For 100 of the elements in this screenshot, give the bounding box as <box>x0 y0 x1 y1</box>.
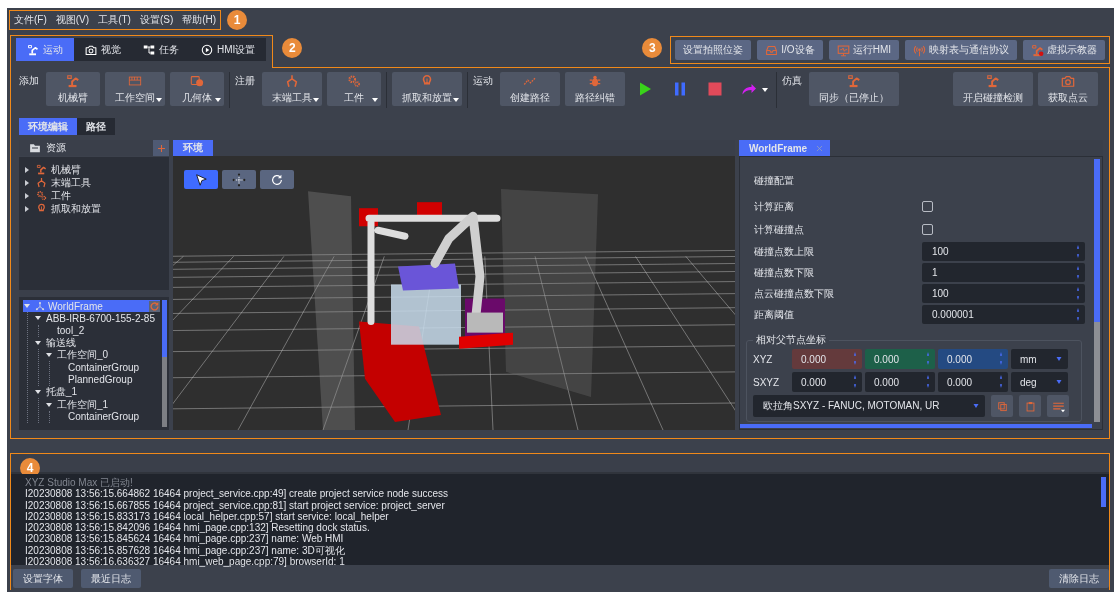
gears-icon <box>347 73 361 88</box>
menu-item[interactable]: 帮助(H) <box>182 12 217 27</box>
tree-item[interactable]: ContainerGroup <box>56 410 160 423</box>
spin-arrows-icon <box>1075 307 1081 322</box>
number-field[interactable]: 100 <box>922 242 1085 261</box>
tree-item[interactable]: PlannedGroup <box>56 373 160 387</box>
field-label: 碰撞点数上限 <box>754 244 815 259</box>
copy-icon <box>996 400 1008 412</box>
log-button[interactable]: 最近日志 <box>81 569 141 588</box>
unit-dropdown[interactable]: mm <box>1011 349 1068 369</box>
number-field[interactable]: 0.000 <box>792 372 862 392</box>
tab[interactable]: 环境编辑 <box>19 118 77 135</box>
number-field[interactable]: 0.000 <box>938 372 1008 392</box>
robot-arm-icon <box>66 73 80 88</box>
tree-item[interactable]: 末端工具 <box>23 176 165 189</box>
tree-item[interactable]: 机械臂 <box>23 163 165 176</box>
number-field[interactable]: 1 <box>922 263 1085 282</box>
number-field[interactable]: 100 <box>922 284 1085 303</box>
tab[interactable]: 任务 <box>132 38 190 61</box>
caret-icon <box>1055 355 1063 363</box>
tool-button[interactable]: 创建路径 <box>500 72 560 106</box>
spin-arrows-icon <box>925 351 931 366</box>
checkbox[interactable] <box>922 201 933 212</box>
tool-button[interactable]: 工件 <box>327 72 381 106</box>
expander-icon[interactable] <box>25 205 29 212</box>
number-field[interactable]: 0.000001 <box>922 305 1085 324</box>
tool-button[interactable]: 开启碰撞检测 <box>953 72 1033 106</box>
scrollbar[interactable] <box>740 424 1092 428</box>
expander-icon[interactable] <box>46 353 52 358</box>
scrollbar[interactable] <box>162 300 167 427</box>
tray-icon <box>765 43 779 57</box>
menu-item[interactable]: 设置(S) <box>139 12 174 27</box>
scrollbar[interactable] <box>1101 477 1106 507</box>
tree-item[interactable]: 工作空间_1 <box>45 398 160 411</box>
tool-button[interactable]: 抓取和放置 <box>392 72 462 106</box>
robot-arm-icon <box>986 73 1000 88</box>
scrollbar[interactable] <box>1094 159 1100 422</box>
tree-item[interactable]: ContainerGroup <box>56 361 160 374</box>
field-label: 点云碰撞点数下限 <box>754 286 835 301</box>
unit-dropdown[interactable]: deg <box>1011 372 1068 392</box>
tab[interactable]: HMI设置 <box>190 38 267 61</box>
field-label: 碰撞点数下限 <box>754 265 815 280</box>
tool-button[interactable]: 获取点云 <box>1038 72 1098 106</box>
tree-item[interactable]: ABB-IRB-6700-155-2-85 <box>34 312 160 325</box>
group-label: 仿真 <box>782 74 802 88</box>
expander-icon[interactable] <box>25 192 29 199</box>
toolbar-button[interactable]: 设置拍照位姿 <box>675 40 752 60</box>
expander-icon[interactable] <box>25 166 29 173</box>
number-field[interactable]: 0.000 <box>865 349 935 369</box>
tree-item[interactable]: 输送线 <box>34 336 160 350</box>
tree-item[interactable]: WorldFrame <box>23 300 160 313</box>
tool-button[interactable]: 末端工具 <box>262 72 322 106</box>
expander-icon[interactable] <box>35 316 41 321</box>
tool-button[interactable]: 工作空间 <box>105 72 165 106</box>
callout-badge: 1 <box>227 9 248 30</box>
expander-icon[interactable] <box>46 402 52 407</box>
org-chart-icon <box>143 43 155 56</box>
menu-item[interactable]: 视图(V) <box>55 12 90 27</box>
number-field[interactable]: 0.000 <box>938 349 1008 369</box>
spin-arrows-icon <box>1075 244 1081 259</box>
robot-arm-dot-icon <box>1031 43 1044 57</box>
tree-item[interactable]: 抓取和放置 <box>23 202 165 215</box>
close-icon <box>815 143 825 153</box>
tree-item[interactable]: tool_2 <box>45 324 160 337</box>
spin-arrows-icon <box>852 374 858 389</box>
panel-title: 资源 <box>46 141 66 155</box>
expander-icon[interactable] <box>35 341 41 346</box>
log-line: I20230808 13:56:15.842096 16464 hmi_page.cpp:132] Resetting dock status. <box>25 522 370 534</box>
toolbar-button[interactable]: 映射表与通信协议 <box>905 40 1017 60</box>
toolbar-button[interactable]: 虚拟示教器 <box>1023 40 1105 60</box>
expander-icon[interactable] <box>35 390 41 395</box>
tab[interactable]: 路径 <box>77 118 115 135</box>
log-line: I20230808 13:56:15.667855 16464 project_service.cpp:81] start project service: project_server <box>25 499 446 511</box>
tree-item[interactable]: 工件 <box>23 189 165 202</box>
tree-item[interactable]: 工作空间_0 <box>45 349 160 362</box>
convention-dropdown[interactable]: 欧拉角SXYZ - FANUC, MOTOMAN, UR <box>753 395 985 417</box>
spin-arrows-icon <box>1075 265 1081 280</box>
toolbar-button[interactable]: I/O设备 <box>757 40 823 60</box>
number-field[interactable]: 0.000 <box>792 349 862 369</box>
menu-item[interactable]: 工具(T) <box>98 12 131 27</box>
tab[interactable]: 视觉 <box>74 38 132 61</box>
clear-log-button[interactable]: 清除日志 <box>1049 569 1109 588</box>
select-tool-button[interactable] <box>184 170 218 189</box>
menu-item[interactable]: 文件(F) <box>14 12 47 27</box>
tab[interactable]: 运动 <box>16 38 74 61</box>
tool-button[interactable]: 机械臂 <box>46 72 100 106</box>
toolbar-button[interactable]: 运行HMI <box>828 40 899 60</box>
tool-button[interactable]: 几何体 <box>170 72 224 106</box>
log-line: I20230808 13:56:15.833173 16464 local_helper.cpp:57] start service: local_helper <box>25 510 389 523</box>
rotate-tool-button[interactable] <box>260 170 294 189</box>
tool-button[interactable]: 路径纠错 <box>565 72 625 106</box>
tool-button[interactable]: 同步（已停止） <box>809 72 899 106</box>
tree-item[interactable]: 托盘_1 <box>34 386 160 399</box>
log-button[interactable]: 设置字体 <box>13 569 73 588</box>
checkbox[interactable] <box>922 224 933 235</box>
tab[interactable]: 环境 <box>173 140 213 156</box>
number-field[interactable]: 0.000 <box>865 372 935 392</box>
callout-badge: 3 <box>642 38 663 58</box>
expander-icon[interactable] <box>25 179 29 186</box>
spin-arrows-icon <box>925 374 931 389</box>
